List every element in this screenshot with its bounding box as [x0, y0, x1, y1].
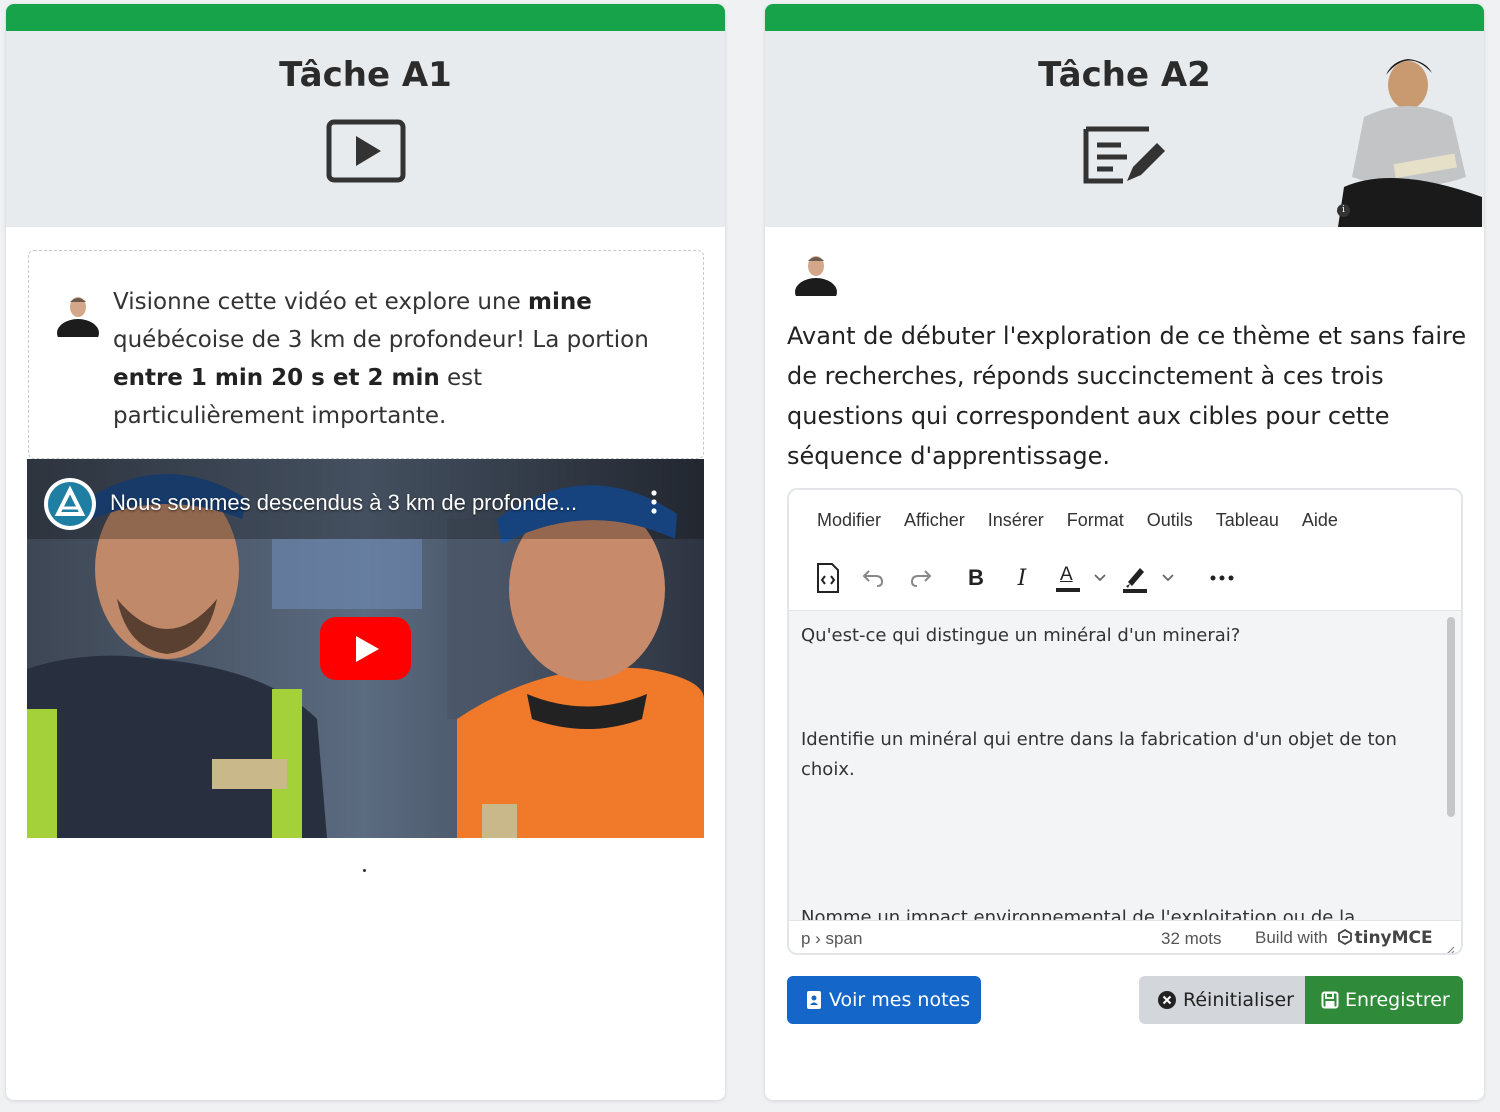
bold-icon[interactable]: B [963, 560, 989, 596]
close-circle-icon [1158, 991, 1176, 1009]
video-play-icon [326, 119, 406, 187]
video-title[interactable]: Nous sommes descendus à 3 km de profonde… [110, 490, 577, 516]
teacher-avatar [57, 291, 99, 347]
element-path[interactable]: p › span [801, 929, 862, 949]
text-color-glyph: A [1060, 564, 1073, 585]
more-options-icon[interactable] [649, 489, 659, 515]
undo-icon[interactable] [860, 560, 886, 596]
menu-inserer[interactable]: Insérer [988, 510, 1044, 531]
menu-tableau[interactable]: Tableau [1216, 510, 1279, 531]
menu-outils[interactable]: Outils [1147, 510, 1193, 531]
chevron-down-icon[interactable] [1160, 560, 1176, 596]
instruction-bold-timing: entre 1 min 20 s et 2 min [113, 365, 440, 391]
tinymce-branding[interactable]: Build with tinyMCE [1255, 928, 1433, 948]
tinymce-logo-icon [1337, 928, 1352, 946]
card-title: Tâche A1 [279, 55, 452, 95]
footer-dot [363, 869, 366, 872]
view-notes-label: Voir mes notes [829, 989, 971, 1011]
floppy-disk-icon [1321, 991, 1339, 1009]
youtube-video-embed[interactable]: Nous sommes descendus à 3 km de profonde… [27, 459, 704, 838]
text-color-swatch [1056, 588, 1080, 592]
save-label: Enregistrer [1345, 989, 1450, 1011]
student-photo: i [1334, 47, 1484, 227]
editor-toolbar: B I A [815, 560, 1455, 596]
editor-question-1[interactable]: Qu'est-ce qui distingue un minéral d'un … [801, 621, 1421, 651]
writing-edit-icon [1083, 123, 1167, 191]
chevron-down-icon[interactable] [1092, 560, 1108, 596]
menu-afficher[interactable]: Afficher [904, 510, 965, 531]
info-icon[interactable]: i [1337, 204, 1350, 217]
task-prompt: Avant de débuter l'exploration de ce thè… [787, 322, 1467, 470]
rich-text-editor[interactable]: Modifier Afficher Insérer Format Outils … [787, 488, 1463, 955]
channel-logo[interactable] [44, 478, 96, 530]
task-card-a2: Tâche A2 i Avant de débuter l'exploratio… [765, 4, 1484, 1100]
highlight-color-icon[interactable] [1122, 560, 1148, 596]
instruction-box: Visionne cette vidéo et explore une mine… [28, 250, 704, 459]
editor-question-3[interactable]: Nomme un impact environnemental de l'exp… [801, 903, 1421, 920]
task-card-a1: Tâche A1 Visionne cette vidéo et explore… [6, 4, 725, 1100]
text-color-icon[interactable]: A [1055, 560, 1081, 596]
teacher-avatar [795, 250, 837, 306]
card-top-accent-bar [6, 4, 725, 31]
reset-button[interactable]: Réinitialiser [1139, 976, 1305, 1024]
source-code-icon[interactable] [815, 560, 841, 596]
word-count[interactable]: 32 mots [1161, 929, 1221, 949]
editor-statusbar: p › span 32 mots Build with tinyMCE [789, 920, 1461, 953]
card-header: Tâche A2 i [765, 31, 1484, 227]
card-top-accent-bar [765, 4, 1484, 31]
reset-label: Réinitialiser [1183, 989, 1294, 1011]
resize-handle-icon[interactable] [1445, 941, 1455, 953]
play-icon [356, 636, 379, 662]
card-header: Tâche A1 [6, 31, 725, 227]
more-icon[interactable] [1209, 560, 1235, 596]
view-notes-button[interactable]: Voir mes notes [787, 976, 981, 1024]
youtube-play-button[interactable] [320, 617, 411, 680]
editor-scrollbar[interactable] [1447, 617, 1455, 817]
notebook-icon [807, 991, 821, 1009]
editor-content-area[interactable]: Qu'est-ce qui distingue un minéral d'un … [789, 610, 1461, 920]
italic-icon[interactable]: I [1009, 560, 1035, 596]
editor-menubar: Modifier Afficher Insérer Format Outils … [817, 510, 1361, 531]
instruction-part: québécoise de 3 km de profondeur! La por… [113, 327, 649, 353]
instruction-text: Visionne cette vidéo et explore une mine… [113, 283, 673, 435]
instruction-bold-mine: mine [528, 289, 592, 315]
menu-aide[interactable]: Aide [1302, 510, 1338, 531]
editor-question-2[interactable]: Identifie un minéral qui entre dans la f… [801, 725, 1421, 785]
build-with-label: Build with [1255, 928, 1328, 947]
tinymce-brand-name: tinyMCE [1354, 928, 1433, 948]
save-button[interactable]: Enregistrer [1305, 976, 1463, 1024]
instruction-part: Visionne cette vidéo et explore une [113, 289, 529, 315]
menu-modifier[interactable]: Modifier [817, 510, 881, 531]
redo-icon[interactable] [908, 560, 934, 596]
menu-format[interactable]: Format [1067, 510, 1124, 531]
